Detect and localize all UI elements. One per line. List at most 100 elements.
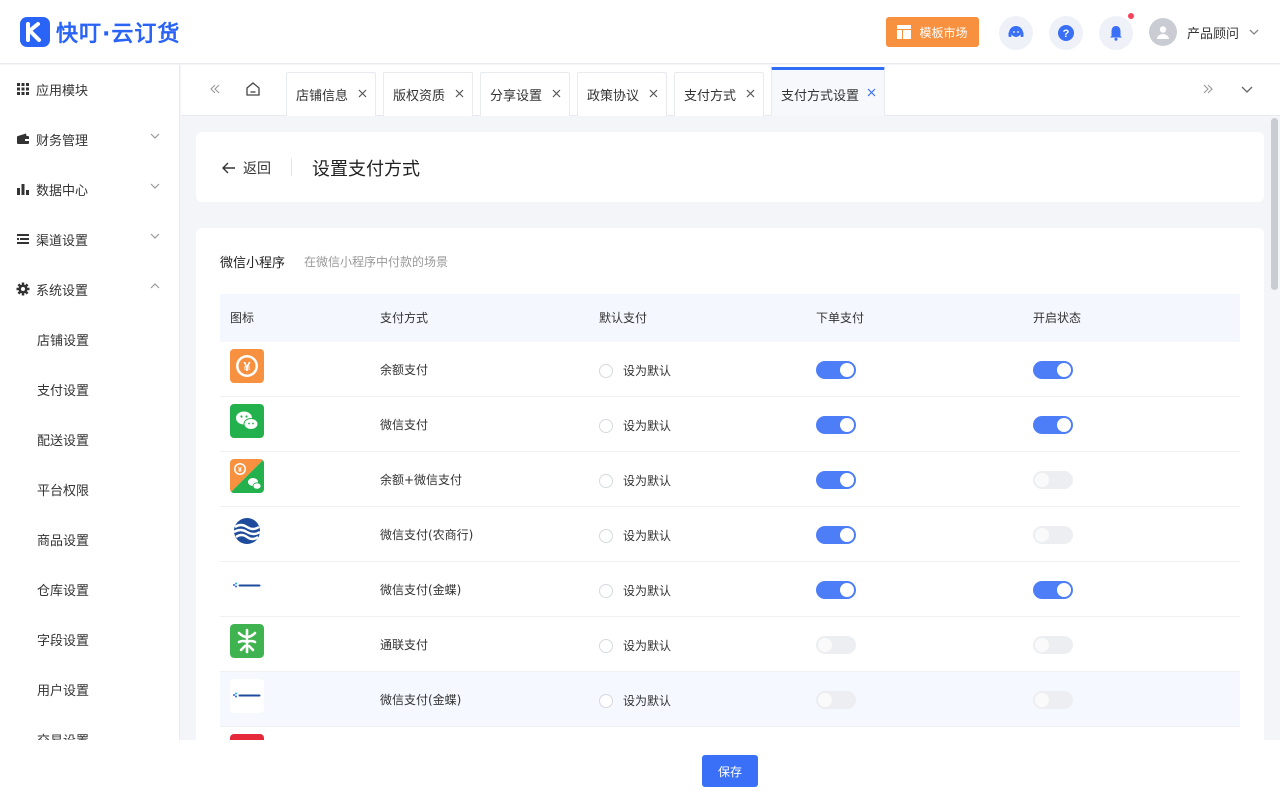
sidebar-subitem-platform-permissions[interactable]: 平台权限 — [37, 480, 89, 499]
sidebar-item-data-center[interactable]: 数据中心 — [0, 169, 179, 209]
payment-method-name: 通联支付 — [380, 638, 429, 652]
set-default-radio[interactable]: 设为默认 — [599, 527, 671, 544]
column-header-status: 开启状态 — [1033, 311, 1082, 325]
tab-label: 店铺信息 — [296, 89, 349, 104]
avatar — [1149, 18, 1177, 46]
enabled-toggle[interactable] — [1033, 471, 1073, 489]
order-pay-toggle[interactable] — [816, 361, 856, 379]
enabled-toggle[interactable] — [1033, 636, 1073, 654]
double-chevron-left-icon[interactable] — [209, 84, 221, 94]
radio-circle — [599, 528, 613, 543]
sidebar-item-finance[interactable]: 财务管理 — [0, 119, 179, 159]
customer-service-button[interactable] — [999, 16, 1033, 50]
order-pay-toggle[interactable] — [816, 416, 856, 434]
radio-circle — [599, 473, 613, 488]
set-default-radio[interactable]: 设为默认 — [599, 472, 671, 489]
back-button[interactable]: 返回 — [222, 158, 271, 178]
enabled-toggle[interactable] — [1033, 361, 1073, 379]
radio-label: 设为默认 — [623, 584, 672, 598]
radio-circle — [599, 638, 613, 653]
radio-circle — [599, 363, 613, 378]
radio-label: 设为默认 — [623, 694, 672, 708]
sidebar-subitem-trade-settings[interactable]: 交易设置 — [37, 730, 89, 740]
set-default-radio[interactable]: 设为默认 — [599, 582, 671, 599]
payment-method-name: 微信支付(金蝶) — [380, 693, 462, 707]
back-label: 返回 — [243, 161, 271, 177]
scrollbar[interactable] — [1271, 118, 1278, 290]
radio-label: 设为默认 — [623, 364, 672, 378]
close-icon[interactable] — [746, 89, 755, 98]
close-icon[interactable] — [649, 89, 658, 98]
set-default-radio[interactable]: 设为默认 — [599, 692, 671, 709]
footer-bar — [0, 740, 1280, 800]
payment-method-name: 余额+微信支付 — [380, 473, 463, 487]
user-menu[interactable]: 产品顾问 — [1149, 18, 1259, 46]
set-default-radio[interactable]: 设为默认 — [599, 417, 671, 434]
sidebar-subitem-user-settings[interactable]: 用户设置 — [37, 680, 89, 699]
tab-policy[interactable]: 政策协议 — [577, 72, 667, 116]
close-icon[interactable] — [867, 88, 876, 97]
save-button[interactable]: 保存 — [702, 755, 758, 787]
tab-payment-method-settings[interactable]: 支付方式设置 — [771, 67, 885, 116]
payment-method-name: 微信支付(金蝶) — [380, 583, 462, 597]
tab-label: 支付方式 — [684, 89, 737, 104]
template-market-label: 模板市场 — [919, 25, 968, 40]
svg-text:¥: ¥ — [243, 359, 251, 374]
payment-method-name: 微信支付(农商行) — [380, 528, 474, 542]
radio-label: 设为默认 — [623, 419, 672, 433]
tab-payment-methods[interactable]: 支付方式 — [674, 72, 764, 116]
tab-copyright[interactable]: 版权资质 — [383, 72, 473, 116]
help-button[interactable]: ? — [1049, 16, 1083, 50]
sidebar-item-system-settings[interactable]: 系统设置 — [0, 269, 179, 309]
column-header-order-pay: 下单支付 — [816, 311, 865, 325]
radio-circle — [599, 418, 613, 433]
chevron-down-icon — [150, 233, 160, 239]
order-pay-toggle[interactable] — [816, 471, 856, 489]
notification-button[interactable] — [1099, 13, 1134, 50]
enabled-toggle[interactable] — [1033, 416, 1073, 434]
tab-store-info[interactable]: 店铺信息 — [286, 72, 376, 116]
sidebar-item-app-modules[interactable]: 应用模块 — [0, 69, 179, 109]
template-market-button[interactable]: 模板市场 — [886, 17, 979, 47]
home-icon[interactable] — [245, 81, 261, 97]
tab-share-settings[interactable]: 分享设置 — [480, 72, 570, 116]
tab-label: 支付方式设置 — [781, 88, 860, 104]
list-icon — [17, 234, 29, 244]
order-pay-toggle[interactable] — [816, 636, 856, 654]
svg-text:?: ? — [1063, 28, 1070, 40]
enabled-toggle[interactable] — [1033, 691, 1073, 709]
grid-icon — [17, 83, 29, 95]
order-pay-toggle[interactable] — [816, 691, 856, 709]
chevron-down-icon[interactable] — [1241, 86, 1253, 93]
close-icon[interactable] — [358, 89, 367, 98]
customer-service-icon — [1008, 26, 1024, 37]
sidebar-subitem-delivery-settings[interactable]: 配送设置 — [37, 430, 89, 449]
tab-label: 政策协议 — [587, 89, 640, 104]
close-icon[interactable] — [455, 89, 464, 98]
sidebar-subitem-product-settings[interactable]: 商品设置 — [37, 530, 89, 549]
wallet-icon — [17, 133, 29, 144]
close-icon[interactable] — [552, 89, 561, 98]
sidebar-item-channel[interactable]: 渠道设置 — [0, 219, 179, 259]
enabled-toggle[interactable] — [1033, 526, 1073, 544]
sidebar-subitem-payment-settings[interactable]: 支付设置 — [37, 380, 89, 399]
sidebar-subitem-store-settings[interactable]: 店铺设置 — [37, 330, 89, 349]
order-pay-toggle[interactable] — [816, 581, 856, 599]
radio-label: 设为默认 — [623, 639, 672, 653]
kingdee-icon — [230, 679, 264, 713]
notification-dot — [1128, 13, 1134, 19]
order-pay-toggle[interactable] — [816, 526, 856, 544]
sidebar-subitem-warehouse-settings[interactable]: 仓库设置 — [37, 580, 89, 599]
table-row: 微信支付(农商行) 设为默认 — [220, 507, 1240, 562]
table-row: 通联支付 设为默认 — [220, 617, 1240, 672]
radio-circle — [599, 693, 613, 708]
chevron-down-icon — [1249, 29, 1259, 35]
gear-icon — [16, 282, 30, 296]
sidebar-subitem-field-settings[interactable]: 字段设置 — [37, 630, 89, 649]
set-default-radio[interactable]: 设为默认 — [599, 362, 671, 379]
payment-method-name: 微信支付 — [380, 418, 429, 432]
enabled-toggle[interactable] — [1033, 581, 1073, 599]
double-chevron-right-icon[interactable] — [1202, 84, 1214, 94]
set-default-radio[interactable]: 设为默认 — [599, 637, 671, 654]
app-logo[interactable]: 快叮·云订货 — [20, 16, 180, 48]
